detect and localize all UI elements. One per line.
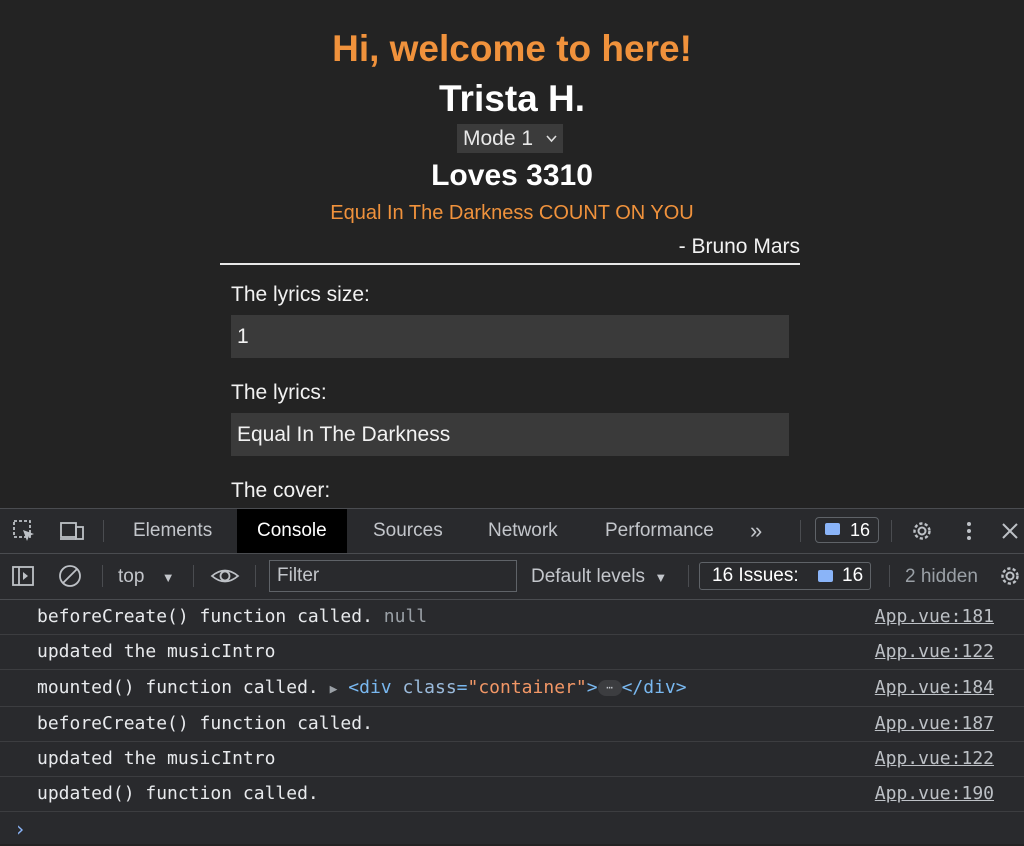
log-levels-select[interactable]: Default levels ▼ xyxy=(531,554,667,599)
toolbar-divider xyxy=(889,565,890,587)
console-message: updated the musicIntro xyxy=(37,748,276,769)
tab-elements[interactable]: Elements xyxy=(113,509,232,553)
tab-console[interactable]: Console xyxy=(237,509,347,553)
gear-icon[interactable] xyxy=(909,518,935,544)
console-message: updated the musicIntro xyxy=(37,641,276,662)
mode-select[interactable]: Mode 1 xyxy=(457,124,563,153)
console-row: updated the musicIntro App.vue:122 xyxy=(0,635,1024,670)
expand-triangle-icon[interactable]: ▶ xyxy=(330,682,338,697)
console-settings-gear-icon[interactable] xyxy=(997,563,1023,589)
toolbar-divider xyxy=(800,520,801,542)
devtools-panel: Elements Console Sources Network Perform… xyxy=(0,508,1024,844)
lyric-line: Equal In The Darkness COUNT ON YOU xyxy=(330,202,694,224)
toolbar-divider xyxy=(255,565,256,587)
lyrics-input[interactable]: Equal In The Darkness xyxy=(231,413,789,456)
device-toolbar-icon[interactable] xyxy=(58,518,84,544)
console-message: updated() function called. xyxy=(37,783,319,804)
filter-input[interactable]: Filter xyxy=(269,560,517,592)
console-row: updated the musicIntro App.vue:122 xyxy=(0,742,1024,777)
message-icon xyxy=(818,570,833,582)
user-name-heading: Trista H. xyxy=(439,78,585,119)
console-row: beforeCreate() function called. App.vue:… xyxy=(0,707,1024,742)
lyrics-field: The lyrics: Equal In The Darkness xyxy=(231,381,789,456)
source-link[interactable]: App.vue:122 xyxy=(875,742,994,776)
issues-badge-count: 16 xyxy=(850,520,871,540)
hidden-count: 2 hidden xyxy=(905,566,978,587)
console-message: mounted() function called. ▶ <div class=… xyxy=(37,677,687,698)
toolbar-divider xyxy=(103,520,104,542)
issues-counter-badge[interactable]: 16 xyxy=(815,517,879,543)
source-link[interactable]: App.vue:181 xyxy=(875,600,994,634)
dropdown-arrow-icon: ▼ xyxy=(161,570,175,585)
context-select[interactable]: top ▼ xyxy=(118,554,175,599)
app-page: Hi, welcome to here! Trista H. Mode 1 Lo… xyxy=(0,0,1024,508)
toolbar-divider xyxy=(688,565,689,587)
console-toolbar: top ▼ Filter Default levels ▼ 16 Issues:… xyxy=(0,554,1024,600)
kebab-menu-icon[interactable] xyxy=(956,518,982,544)
prompt-chevron-icon: › xyxy=(14,817,27,841)
null-value: null xyxy=(383,606,428,627)
console-row: beforeCreate() function called. null App… xyxy=(0,600,1024,635)
chevron-down-icon xyxy=(546,124,557,163)
context-select-value: top xyxy=(118,566,145,587)
console-message: beforeCreate() function called. null xyxy=(37,606,428,627)
toolbar-divider xyxy=(193,565,194,587)
ellipsis-icon[interactable]: ⋯ xyxy=(597,680,622,696)
source-link[interactable]: App.vue:122 xyxy=(875,635,994,669)
clear-console-icon[interactable] xyxy=(57,563,83,589)
eye-icon[interactable] xyxy=(210,563,240,589)
dropdown-arrow-icon: ▼ xyxy=(654,570,668,585)
console-row: mounted() function called. ▶ <div class=… xyxy=(0,670,1024,707)
more-tabs-button[interactable]: » xyxy=(730,509,782,553)
issues-label: 16 Issues: xyxy=(712,565,799,586)
inspect-element-icon[interactable] xyxy=(11,518,37,544)
source-link[interactable]: App.vue:184 xyxy=(875,670,994,706)
message-icon xyxy=(825,523,840,535)
console-row: updated() function called. App.vue:190 xyxy=(0,777,1024,812)
devtools-tabbar: Elements Console Sources Network Perform… xyxy=(0,509,1024,554)
source-link[interactable]: App.vue:190 xyxy=(875,777,994,811)
loves-count: Loves 3310 xyxy=(431,159,593,192)
console-prompt-row[interactable]: › xyxy=(0,812,1024,846)
issues-count: 16 xyxy=(842,565,864,586)
console-messages: beforeCreate() function called. null App… xyxy=(0,600,1024,846)
sidebar-toggle-icon[interactable] xyxy=(10,563,36,589)
console-message: beforeCreate() function called. xyxy=(37,713,373,734)
toolbar-divider xyxy=(102,565,103,587)
tab-sources[interactable]: Sources xyxy=(353,509,463,553)
cover-field: The cover: xyxy=(231,479,789,503)
lyrics-size-label: The lyrics size: xyxy=(231,283,370,306)
tab-performance[interactable]: Performance xyxy=(585,509,734,553)
issues-button[interactable]: 16 Issues: 16 xyxy=(699,562,871,590)
artist-credit: - Bruno Mars xyxy=(678,235,800,258)
cover-label: The cover: xyxy=(231,479,331,502)
close-icon[interactable] xyxy=(997,518,1023,544)
lyrics-size-input[interactable]: 1 xyxy=(231,315,789,358)
lyrics-size-field: The lyrics size: 1 xyxy=(231,283,789,358)
greeting-heading: Hi, welcome to here! xyxy=(332,28,692,69)
lyrics-label: The lyrics: xyxy=(231,381,327,404)
mode-select-value: Mode 1 xyxy=(463,127,534,150)
divider xyxy=(220,263,800,265)
log-levels-value: Default levels xyxy=(531,566,646,587)
source-link[interactable]: App.vue:187 xyxy=(875,707,994,741)
toolbar-divider xyxy=(891,520,892,542)
tab-network[interactable]: Network xyxy=(468,509,578,553)
